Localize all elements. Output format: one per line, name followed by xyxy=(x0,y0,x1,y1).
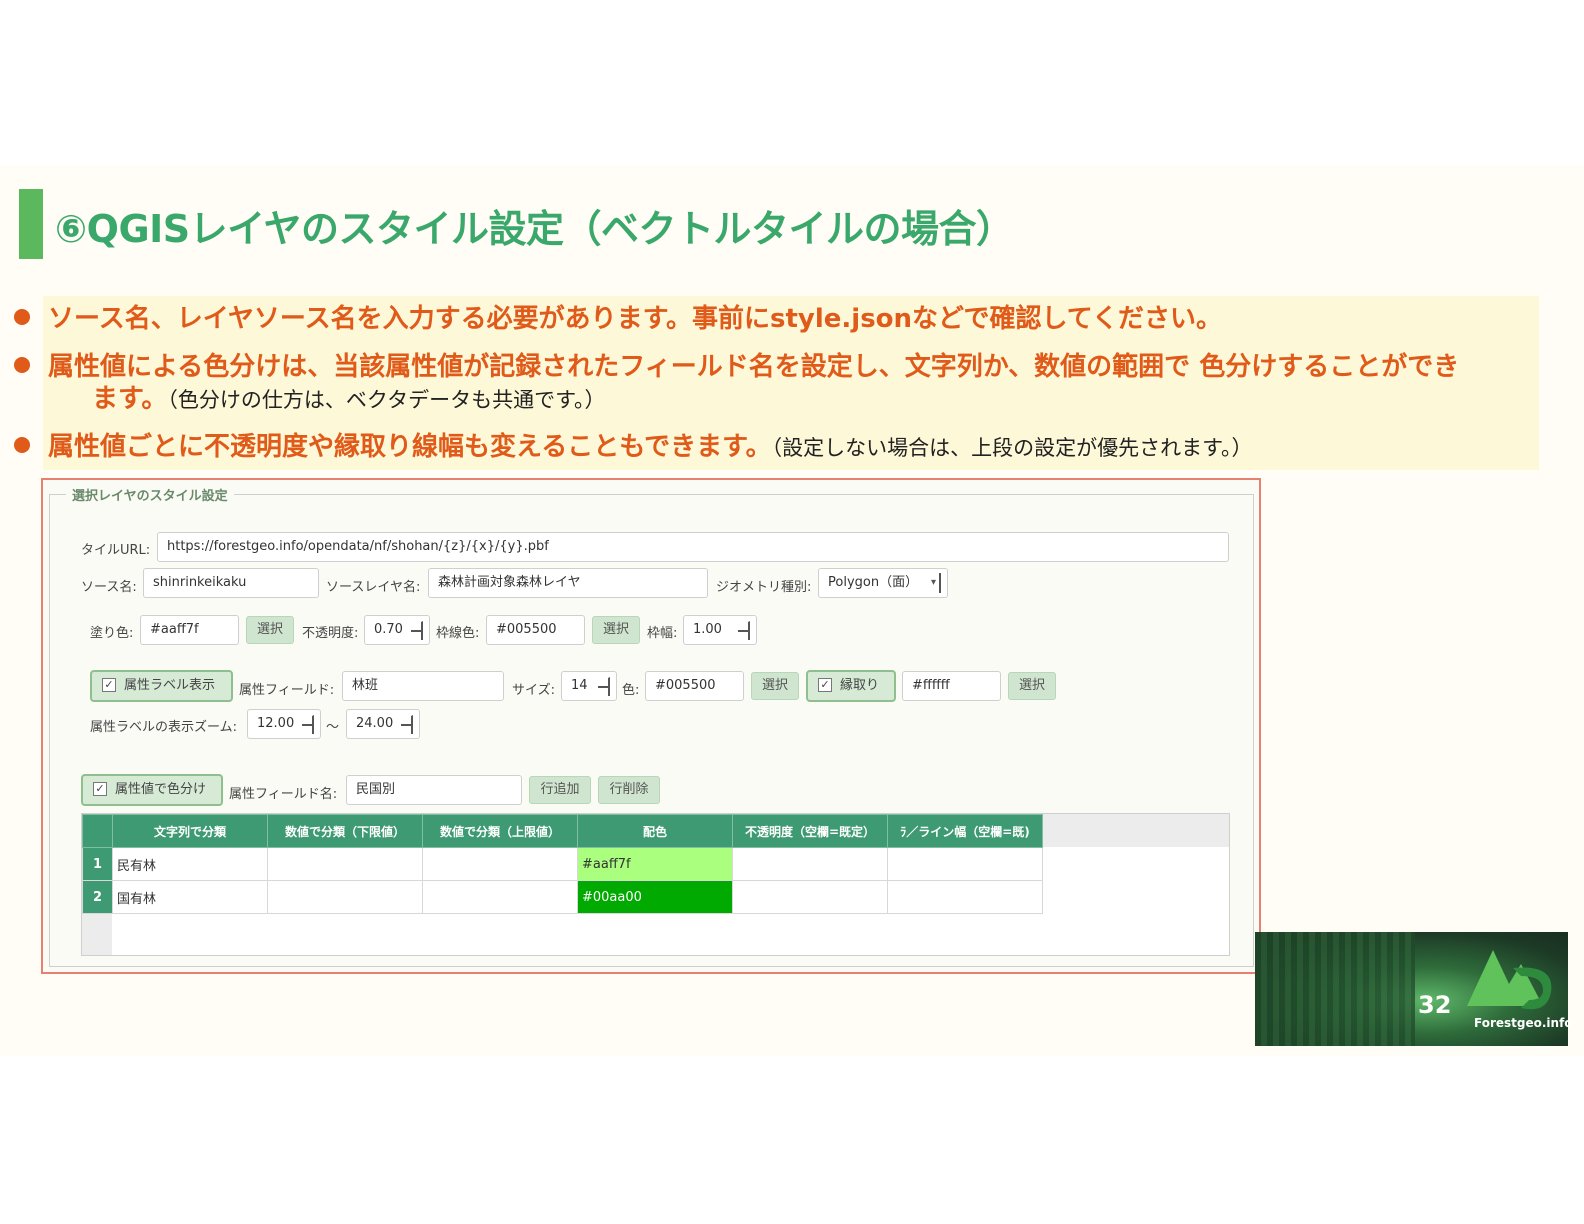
checkmark-icon: ✓ xyxy=(102,677,116,692)
show-label-checkbox[interactable]: ✓ 属性ラベル表示 xyxy=(90,670,233,702)
size-label: サイズ: xyxy=(512,683,555,698)
show-label-text: 属性ラベル表示 xyxy=(124,678,216,693)
bullet-item-1: ソース名、レイヤソース名を入力する必要があります。事前にstyle.jsonなど… xyxy=(14,302,1222,336)
table-cell[interactable] xyxy=(422,847,578,881)
table-header[interactable]: 数値で分類（下限値） xyxy=(267,814,423,848)
fill-color-select-button[interactable]: 選択 xyxy=(246,616,294,644)
halo-color-select-button[interactable]: 選択 xyxy=(1008,672,1056,700)
zoom-max-spinbox[interactable]: 24.00 xyxy=(346,709,420,739)
zoom-min-spinbox[interactable]: 12.00 xyxy=(247,709,321,739)
table-cell[interactable] xyxy=(267,880,423,914)
fill-color-label: 塗り色: xyxy=(90,626,134,641)
geometry-label: ジオメトリ種別: xyxy=(716,580,812,595)
table-rowhead-filler xyxy=(82,914,112,955)
title-accent-bar xyxy=(19,189,43,259)
fill-color-input[interactable]: #aaff7f xyxy=(140,615,239,645)
classify-field-label: 属性フィールド名: xyxy=(229,787,338,802)
row-number: 1 xyxy=(82,847,113,881)
bullet-dot-icon xyxy=(14,356,30,373)
bullet-text: 属性値ごとに不透明度や縁取り線幅も変えることもできます。 xyxy=(48,432,772,462)
label-field-input[interactable]: 林班 xyxy=(342,671,504,701)
table-cell[interactable] xyxy=(422,880,578,914)
zoom-separator: ～ xyxy=(326,720,340,735)
bullet-item-3: 属性値ごとに不透明度や縁取り線幅も変えることもできます。（設定しない場合は、上段… xyxy=(14,430,1253,465)
label-color-input[interactable]: #005500 xyxy=(645,671,744,701)
bullet-note: （色分けの仕方は、ベクタデータも共通です。） xyxy=(167,388,606,412)
zoom-label: 属性ラベルの表示ズーム: xyxy=(90,720,237,735)
bullet-text: ます。 xyxy=(92,384,168,414)
stroke-color-label: 枠線色: xyxy=(436,626,480,641)
label-field-label: 属性フィールド: xyxy=(239,683,335,698)
forestgeo-mark-icon xyxy=(1467,950,1552,1010)
halo-checkbox[interactable]: ✓ 縁取り xyxy=(806,670,896,702)
delete-row-button[interactable]: 行削除 xyxy=(598,776,660,804)
table-cell[interactable] xyxy=(732,880,888,914)
size-spinbox[interactable]: 14 xyxy=(561,671,617,701)
geometry-value: Polygon（面） xyxy=(828,575,919,590)
add-row-button[interactable]: 行追加 xyxy=(529,776,591,804)
label-color-label: 色: xyxy=(622,683,640,698)
table-cell[interactable]: 国有林 xyxy=(112,880,268,914)
classify-checkbox[interactable]: ✓ 属性値で色分け xyxy=(81,774,223,806)
color-cell[interactable]: #aaff7f xyxy=(577,847,733,881)
classification-table: 文字列で分類 数値で分類（下限値） 数値で分類（上限値） 配色 不透明度（空欄=… xyxy=(82,814,1043,914)
color-cell[interactable]: #00aa00 xyxy=(577,880,733,914)
bullet-text: 属性値による色分けは、当該属性値が記録されたフィールド名を設定し、文字列か、数値… xyxy=(48,352,1460,382)
source-name-label: ソース名: xyxy=(81,580,137,595)
classify-text: 属性値で色分け xyxy=(115,782,207,797)
page-number: 32 xyxy=(1418,991,1452,1019)
opacity-label: 不透明度: xyxy=(302,626,359,641)
table-cell[interactable] xyxy=(887,880,1043,914)
group-title: 選択レイヤのスタイル設定 xyxy=(66,485,234,504)
table-cell[interactable] xyxy=(267,847,423,881)
logo-text: Forestgeo.info xyxy=(1474,1016,1573,1030)
table-header[interactable]: 文字列で分類 xyxy=(112,814,268,848)
table-header[interactable]: 数値で分類（上限値） xyxy=(422,814,578,848)
source-name-input[interactable]: shinrinkeikaku xyxy=(143,568,319,598)
table-corner xyxy=(82,814,113,848)
checkmark-icon: ✓ xyxy=(818,677,832,692)
bullet-text: ソース名、レイヤソース名を入力する必要があります。事前にstyle.jsonなど… xyxy=(48,304,1222,334)
tile-url-label: タイルURL: xyxy=(81,543,151,558)
stroke-color-input[interactable]: #005500 xyxy=(486,615,585,645)
classify-field-input[interactable]: 民国別 xyxy=(346,775,522,805)
table-row[interactable]: 2 国有林 #00aa00 xyxy=(82,880,1043,914)
bullet-note: （設定しない場合は、上段の設定が優先されます。） xyxy=(771,436,1253,460)
table-cell[interactable] xyxy=(732,847,888,881)
geometry-select[interactable]: Polygon（面） ▾ xyxy=(818,568,948,598)
halo-color-input[interactable]: #ffffff xyxy=(902,671,1001,701)
tile-url-input[interactable]: https://forestgeo.info/opendata/nf/shoha… xyxy=(157,532,1229,562)
bullet-dot-icon xyxy=(14,436,30,453)
stroke-color-select-button[interactable]: 選択 xyxy=(592,616,640,644)
opacity-spinbox[interactable]: 0.70 xyxy=(364,615,430,645)
row-number: 2 xyxy=(82,880,113,914)
table-header[interactable]: 不透明度（空欄=既定） xyxy=(732,814,888,848)
table-row[interactable]: 1 民有林 #aaff7f xyxy=(82,847,1043,881)
forest-image xyxy=(1255,932,1415,1046)
chevron-down-icon: ▾ xyxy=(931,573,941,593)
source-layer-input[interactable]: 森林計画対象森林レイヤ xyxy=(428,568,708,598)
halo-text: 縁取り xyxy=(840,678,880,693)
source-layer-label: ソースレイヤ名: xyxy=(326,580,421,595)
bullet-item-2: 属性値による色分けは、当該属性値が記録されたフィールド名を設定し、文字列か、数値… xyxy=(14,350,1459,384)
table-header[interactable]: ﾗ／ライン幅（空欄=既) xyxy=(887,814,1043,848)
checkmark-icon: ✓ xyxy=(93,781,107,796)
bullet-item-2-cont: ます。（色分けの仕方は、ベクタデータも共通です。） xyxy=(92,382,605,417)
bullet-dot-icon xyxy=(14,308,30,325)
table-cell[interactable]: 民有林 xyxy=(112,847,268,881)
table-cell[interactable] xyxy=(887,847,1043,881)
label-color-select-button[interactable]: 選択 xyxy=(751,672,799,700)
stroke-width-label: 枠幅: xyxy=(647,626,678,641)
stroke-width-spinbox[interactable]: 1.00 xyxy=(683,615,757,645)
table-header-filler xyxy=(1041,814,1229,847)
page-title: ⑥QGISレイヤのスタイル設定（ベクトルタイルの場合） xyxy=(55,207,1014,251)
table-header[interactable]: 配色 xyxy=(577,814,733,848)
